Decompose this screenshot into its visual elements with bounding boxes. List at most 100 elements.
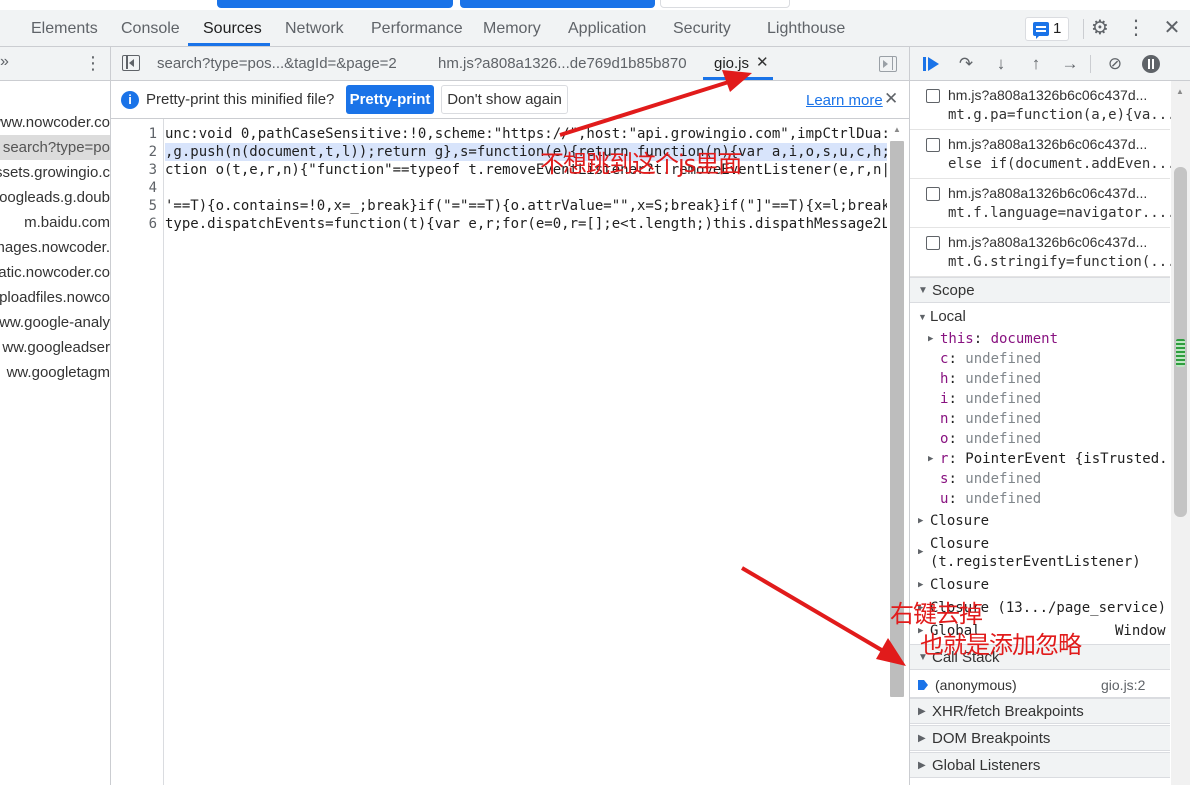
step-over-icon[interactable]: ↷ [955, 53, 977, 75]
var-value: undefined [965, 491, 1042, 507]
breakpoint-item[interactable]: hm.js?a808a1326b6c06c437d... mt.G.string… [910, 228, 1176, 277]
line-number-gutter[interactable]: 1 2 3 4 5 6 [111, 119, 164, 785]
breakpoint-item[interactable]: hm.js?a808a1326b6c06c437d... else if(doc… [910, 130, 1176, 179]
page-blue-button-1[interactable] [217, 0, 453, 8]
annotation-bottom-note-1: 右键去掉 [890, 600, 983, 628]
step-into-icon[interactable]: ↓ [990, 53, 1012, 75]
close-tab-icon[interactable]: ✕ [756, 53, 769, 71]
breakpoint-checkbox[interactable] [926, 89, 940, 103]
breakpoint-checkbox[interactable] [926, 138, 940, 152]
nav-item[interactable]: ww.googleadser [0, 335, 110, 360]
learn-more-link[interactable]: Learn more [806, 92, 883, 109]
tab-performance[interactable]: Performance [371, 10, 463, 46]
breakpoint-code: mt.g.pa=function(a,e){va... [948, 107, 1176, 123]
closure-row[interactable]: ▶ Closure [910, 511, 1170, 531]
var-value: PointerEvent {isTrusted... [965, 451, 1170, 467]
xhr-breakpoints-header[interactable]: ▶ XHR/fetch Breakpoints [910, 698, 1170, 724]
tab-console[interactable]: Console [121, 10, 180, 46]
sources-navigator: » ⋮ www.nowcoder.co search?type=po ssets… [0, 47, 111, 785]
scroll-up-arrow-icon[interactable]: ▲ [1176, 87, 1184, 96]
nav-item[interactable]: ww.googletagm [0, 360, 110, 385]
local-scope-header[interactable]: ▼ Local [910, 307, 1170, 327]
debugger-sidebar: ↷ ↓ ↑ → ⊘ hm.js?a808a1326b6c06c437d... m… [909, 47, 1190, 785]
nav-item[interactable]: ploadfiles.nowco [0, 285, 110, 310]
frame-location[interactable]: gio.js:2 [1101, 672, 1145, 698]
nav-item-label: tatic.nowcoder.co [0, 264, 110, 281]
annotation-bottom-note-2: 也就是添加忽略 [920, 631, 1082, 659]
line-number[interactable]: 6 [149, 215, 157, 233]
scope-var[interactable]: o: undefined [910, 429, 1170, 449]
nav-item-label: ploadfiles.nowco [0, 289, 110, 306]
toggle-navigator-icon[interactable] [122, 55, 140, 71]
scope-var[interactable]: s: undefined [910, 469, 1170, 489]
editor-tab-search[interactable]: search?type=pos...&tagId=&page=2 [157, 47, 397, 80]
editor-tab-giojs[interactable]: gio.js [714, 47, 749, 80]
page-white-button[interactable] [660, 0, 790, 8]
nav-item[interactable]: www.nowcoder.co [0, 110, 110, 135]
code-editor[interactable]: 1 2 3 4 5 6 unc:void 0,pathCaseSensitive… [111, 119, 909, 785]
deactivate-breakpoints-icon[interactable]: ⊘ [1104, 53, 1126, 75]
toggle-debugger-icon[interactable] [879, 56, 897, 72]
line-number[interactable]: 5 [149, 197, 157, 215]
nav-item-selected[interactable]: search?type=po [0, 135, 110, 160]
line-number[interactable]: 2 [149, 143, 157, 161]
step-out-icon[interactable]: ↑ [1025, 53, 1047, 75]
dont-show-again-button[interactable]: Don't show again [441, 85, 568, 114]
line-number[interactable]: 1 [149, 125, 157, 143]
pretty-print-button[interactable]: Pretty-print [346, 85, 434, 114]
step-icon[interactable]: → [1059, 53, 1081, 75]
scope-var[interactable]: u: undefined [910, 489, 1170, 509]
issues-badge[interactable]: 1 [1025, 17, 1069, 41]
page-top-strip [0, 0, 1190, 10]
nav-item[interactable]: oogleads.g.doub [0, 185, 110, 210]
code-line: '==T){o.contains=!0,x=_;break}if("="==T)… [165, 198, 887, 214]
close-devtools-icon[interactable]: ✕ [1160, 18, 1184, 38]
page-blue-button-2[interactable] [460, 0, 655, 8]
nav-item[interactable]: m.baidu.com [0, 210, 110, 235]
tab-application[interactable]: Application [568, 10, 646, 46]
scope-var[interactable]: i: undefined [910, 389, 1170, 409]
scope-var[interactable]: c: undefined [910, 349, 1170, 369]
collapsed-triangle-icon: ▶ [928, 454, 934, 464]
breakpoint-item[interactable]: hm.js?a808a1326b6c06c437d... mt.g.pa=fun… [910, 81, 1176, 130]
tab-lighthouse[interactable]: Lighthouse [767, 10, 845, 46]
nav-item[interactable]: ssets.growingio.c [0, 160, 110, 185]
nav-item-label: ww.google-analy [0, 314, 110, 331]
closure-row[interactable]: ▶ Closure [910, 575, 1170, 595]
tab-elements[interactable]: Elements [31, 10, 98, 46]
scope-var-this[interactable]: ▶ this: document [910, 329, 1170, 349]
active-tab-indicator [188, 43, 270, 46]
navigator-menu-icon[interactable]: ⋮ [84, 53, 102, 74]
line-number[interactable]: 4 [149, 179, 157, 197]
breakpoint-item[interactable]: hm.js?a808a1326b6c06c437d... mt.f.langua… [910, 179, 1176, 228]
scope-var[interactable]: n: undefined [910, 409, 1170, 429]
scroll-up-arrow-icon[interactable]: ▲ [893, 125, 901, 134]
var-value: undefined [965, 371, 1042, 387]
editor-tab-hmjs[interactable]: hm.js?a808a1326...de769d1b85b870 [438, 47, 687, 80]
tab-memory[interactable]: Memory [483, 10, 541, 46]
resume-icon[interactable] [920, 53, 942, 75]
tab-security[interactable]: Security [673, 10, 731, 46]
more-vertical-icon[interactable]: ⋮ [1124, 18, 1148, 38]
dom-breakpoints-header[interactable]: ▶ DOM Breakpoints [910, 725, 1170, 751]
scope-section-header[interactable]: ▼ Scope [910, 277, 1170, 303]
scope-var-r[interactable]: ▶ r: PointerEvent {isTrusted... [910, 449, 1170, 469]
pause-on-exceptions-icon[interactable] [1140, 53, 1162, 75]
closure-row[interactable]: ▶ Closure [910, 534, 1170, 554]
local-label: Local [930, 308, 966, 325]
current-frame-arrow-icon [918, 680, 928, 690]
breakpoint-checkbox[interactable] [926, 236, 940, 250]
line-number[interactable]: 3 [149, 161, 157, 179]
tab-network[interactable]: Network [285, 10, 344, 46]
scope-var[interactable]: h: undefined [910, 369, 1170, 389]
breakpoint-checkbox[interactable] [926, 187, 940, 201]
close-infobar-icon[interactable]: ✕ [884, 89, 898, 109]
call-stack-frame[interactable]: (anonymous) gio.js:2 [910, 672, 1170, 698]
nav-item[interactable]: tatic.nowcoder.co [0, 260, 110, 285]
more-tabs-chevron-icon[interactable]: » [0, 53, 9, 71]
nav-item[interactable]: mages.nowcoder. [0, 235, 110, 260]
global-listeners-header[interactable]: ▶ Global Listeners [910, 752, 1170, 778]
nav-item[interactable]: ww.google-analy [0, 310, 110, 335]
settings-gear-icon[interactable]: ⚙ [1088, 18, 1112, 38]
tab-sources[interactable]: Sources [203, 10, 262, 46]
